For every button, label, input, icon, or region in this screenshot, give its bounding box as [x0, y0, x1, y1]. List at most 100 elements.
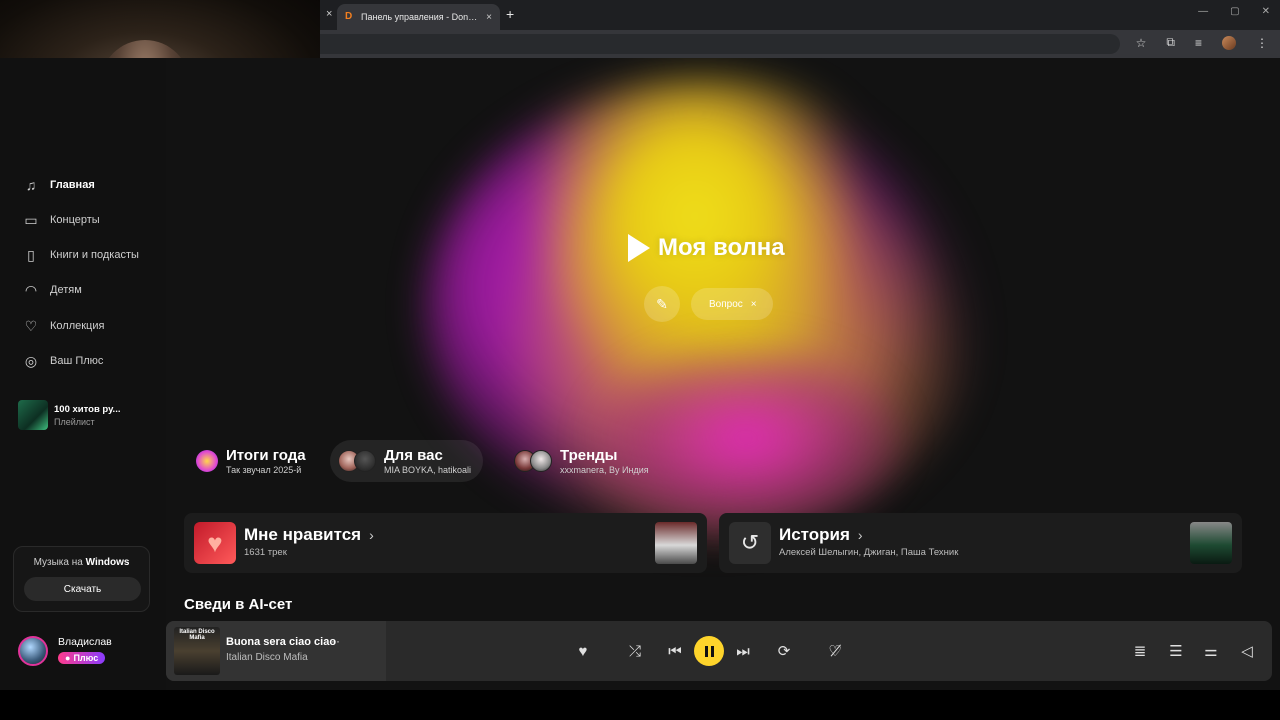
browser-tab-title: Панель управления - Donatio — [361, 12, 481, 22]
heart-icon: ♡ — [24, 317, 38, 334]
main-content: Моя волна ✎ Вопрос × Итоги года Так звуч… — [166, 58, 1280, 690]
volume-icon[interactable]: ◁ — [1235, 639, 1259, 663]
browser-toolbar: ☆ ⧉ ≡ ⋮ — [320, 30, 1280, 58]
ticket-icon: ▭ — [24, 211, 38, 228]
extensions-icon[interactable]: ⧉ — [1166, 35, 1175, 50]
browser-tab-donation[interactable]: D Панель управления - Donatio × — [337, 4, 500, 30]
close-window-icon[interactable]: ✕ — [1262, 6, 1270, 17]
trends-avatars — [514, 450, 552, 472]
sidebar-item-concerts[interactable]: ▭ Концерты — [22, 211, 100, 229]
history-thumbnail — [1190, 522, 1232, 564]
music-app: ♫ Главная ▭ Концерты ▯ Книги и подкасты … — [0, 58, 1280, 690]
my-wave-play-button[interactable]: Моя волна — [628, 234, 785, 262]
year-summary-icon — [196, 450, 218, 472]
plus-icon: ◎ — [24, 352, 38, 369]
pin-button[interactable]: ✎ — [644, 286, 680, 322]
album-cover[interactable]: Italian Disco Mafia — [174, 627, 220, 675]
track-title[interactable]: Buona sera ciao ciao — [226, 636, 336, 648]
book-icon: ▯ — [27, 246, 35, 263]
music-note-icon: ♫ — [25, 177, 37, 193]
sidebar-item-label: Ваш Плюс — [50, 355, 104, 367]
bottom-strip — [0, 690, 1280, 720]
equalizer-icon[interactable]: ⚌ — [1199, 639, 1223, 663]
user-profile[interactable]: Владислав ● Плюс — [18, 636, 112, 666]
playlist-title: 100 хитов ру... — [54, 403, 121, 415]
player-bar: Italian Disco Mafia Buona sera ciao ciao… — [166, 621, 1272, 681]
rec-for-you[interactable]: Для вас MIA BOYKA, hatikoali — [330, 440, 484, 482]
rec-trends[interactable]: Тренды xxxmanera, By Индия — [506, 440, 661, 482]
maximize-icon[interactable]: ▢ — [1230, 6, 1239, 17]
avatar[interactable] — [18, 636, 48, 666]
artist-avatar — [354, 450, 376, 472]
sidebar-item-home[interactable]: ♫ Главная — [22, 176, 95, 194]
sidebar-item-label: Книги и подкасты — [50, 249, 139, 261]
rec-title: Для вас — [384, 447, 443, 464]
track-artist[interactable]: Italian Disco Mafia — [226, 652, 308, 663]
question-chip[interactable]: Вопрос × — [691, 288, 773, 320]
chevron-right-icon: › — [857, 527, 863, 543]
sidebar-item-books[interactable]: ▯ Книги и подкасты — [22, 246, 139, 264]
pin-icon: ✎ — [656, 295, 668, 312]
liked-tracks-card[interactable]: ♥ Мне нравится › 1631 трек — [184, 513, 707, 573]
card-subtitle: 1631 трек — [244, 547, 287, 558]
next-icon[interactable]: ⏭ — [731, 639, 755, 663]
sidebar-item-label: Концерты — [50, 214, 100, 226]
shuffle-icon[interactable]: ⤮ — [623, 639, 647, 663]
artist-avatar — [530, 450, 552, 472]
rec-subtitle: MIA BOYKA, hatikoali — [384, 465, 472, 475]
sidebar-item-plus[interactable]: ◎ Ваш Плюс — [22, 352, 104, 370]
card-subtitle: Алексей Шелыгин, Джиган, Паша Техник — [779, 547, 959, 558]
prev-tab-close-icon[interactable]: × — [326, 8, 332, 20]
sidebar: ♫ Главная ▭ Концерты ▯ Книги и подкасты … — [0, 58, 166, 690]
minimize-icon[interactable]: — — [1198, 6, 1208, 17]
plus-badge: ● Плюс — [58, 652, 106, 664]
previous-icon[interactable]: ⏮ — [663, 639, 687, 663]
media-control-icon[interactable]: ≡ — [1195, 36, 1202, 50]
for-you-avatars — [338, 450, 376, 472]
plus-logo-icon: ● — [65, 653, 71, 663]
rec-title: Итоги года — [226, 447, 306, 464]
section-title: Сведи в AI-сет — [184, 596, 293, 613]
sidebar-item-label: Главная — [50, 179, 95, 191]
profile-avatar[interactable] — [1222, 35, 1236, 50]
album-cover-text: Italian Disco Mafia — [179, 629, 215, 641]
pause-button[interactable] — [694, 636, 724, 666]
sidebar-playlist[interactable]: 100 хитов ру... Плейлист — [18, 400, 120, 430]
donation-favicon-icon: D — [345, 11, 353, 22]
new-tab-button[interactable]: + — [506, 6, 514, 22]
card-title: Мне нравится › — [244, 525, 374, 544]
toolbar-icons: ☆ ⧉ ≡ ⋮ — [1136, 35, 1268, 50]
repeat-icon[interactable]: ⟳ — [772, 639, 796, 663]
question-chip-label: Вопрос — [709, 298, 743, 310]
sidebar-item-collection[interactable]: ♡ Коллекция — [22, 317, 105, 335]
download-button[interactable]: Скачать — [24, 577, 141, 601]
dislike-icon[interactable]: ♡̸ — [823, 639, 847, 663]
now-playing: Italian Disco Mafia Buona sera ciao ciao… — [166, 621, 386, 681]
sidebar-item-label: Коллекция — [50, 320, 105, 332]
chip-close-icon[interactable]: × — [751, 299, 757, 310]
like-icon[interactable]: ♥ — [571, 639, 595, 663]
more-options-icon[interactable]: ··· — [326, 634, 341, 648]
card-title: История › — [779, 525, 863, 544]
windows-card-text: Музыка на Windows — [33, 557, 130, 568]
window-controls: — ▢ ✕ — [1198, 6, 1270, 17]
playlist-subtitle: Плейлист — [54, 416, 95, 427]
track-thumbnail — [655, 522, 697, 564]
liked-heart-icon: ♥ — [194, 522, 236, 564]
address-bar[interactable] — [320, 34, 1120, 54]
rec-subtitle: Так звучал 2025-й — [226, 465, 302, 475]
lyrics-icon[interactable]: ≣ — [1128, 639, 1152, 663]
history-card[interactable]: ↺ История › Алексей Шелыгин, Джиган, Паша… — [719, 513, 1242, 573]
wave-visual-glow — [586, 338, 906, 538]
my-wave-title: Моя волна — [658, 234, 785, 261]
windows-app-card: Музыка на Windows Скачать — [13, 546, 150, 612]
tab-close-icon[interactable]: × — [486, 12, 492, 23]
queue-icon[interactable]: ☰ — [1164, 639, 1188, 663]
sidebar-item-kids[interactable]: ◠ Детям — [22, 281, 82, 299]
rec-year-summary[interactable]: Итоги года Так звучал 2025-й — [188, 440, 318, 482]
browser-tab-strip: × D Панель управления - Donatio × + — ▢ … — [320, 0, 1280, 30]
history-clock-icon: ↺ — [729, 522, 771, 564]
chevron-right-icon: › — [369, 527, 374, 543]
bookmark-star-icon[interactable]: ☆ — [1136, 36, 1147, 50]
menu-dots-icon[interactable]: ⋮ — [1256, 36, 1268, 50]
